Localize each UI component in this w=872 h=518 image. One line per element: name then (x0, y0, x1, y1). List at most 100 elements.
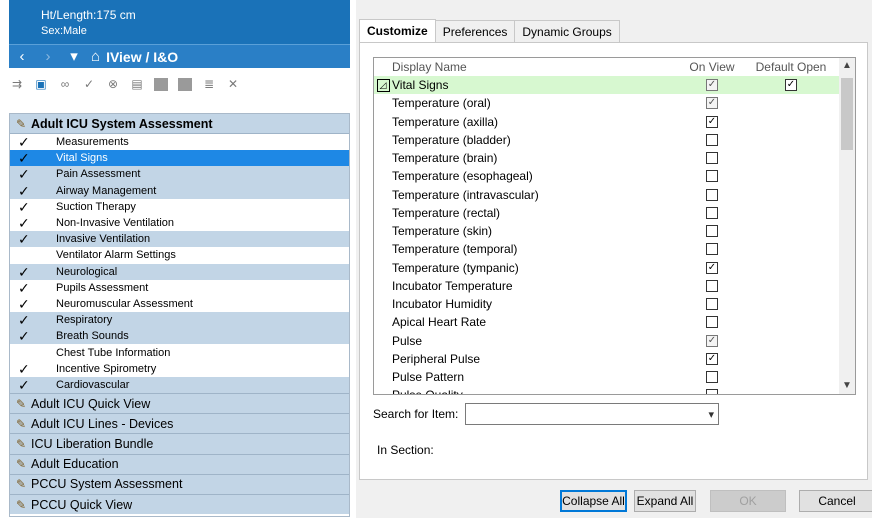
section-row[interactable]: ✓ Breath Sounds (10, 328, 349, 345)
grid-row[interactable]: Temperature (oral) ✓ (374, 94, 855, 112)
section-row[interactable]: ✓ Neurological (10, 263, 349, 280)
grey-block-icon[interactable] (178, 77, 192, 91)
grid-row[interactable]: Temperature (intravascular) (374, 186, 855, 204)
grid-row-label: Incubator Temperature (392, 278, 513, 293)
on-view-checkbox[interactable] (706, 279, 718, 292)
tab-dynamic-groups[interactable]: Dynamic Groups (514, 20, 620, 42)
close-icon[interactable]: ✕ (222, 75, 244, 93)
link-icon[interactable]: ⇉ (6, 75, 28, 93)
section-group[interactable]: ✎ ICU Liberation Bundle (10, 433, 349, 454)
scroll-down-icon[interactable]: ▼ (839, 378, 855, 394)
grid-row[interactable]: Temperature (skin) (374, 222, 855, 240)
clipboard-icon[interactable]: ▤ (126, 75, 148, 93)
section-row[interactable]: ✓ Non-Invasive Ventilation (10, 215, 349, 231)
grid-row[interactable]: Apical Heart Rate (374, 313, 855, 331)
grid-row[interactable]: Pulse ✓ (374, 332, 855, 350)
section-row[interactable]: ✓ Airway Management (10, 182, 349, 199)
on-view-checkbox[interactable]: ✓ (706, 261, 718, 274)
on-view-checkbox[interactable] (706, 188, 718, 201)
grid-scrollbar[interactable]: ▲ ▼ (839, 58, 855, 394)
scroll-thumb[interactable] (841, 78, 853, 150)
nav-dropdown-icon[interactable]: ▾ (61, 46, 87, 68)
section-row-label: Invasive Ventilation (56, 233, 151, 246)
section-group[interactable]: ✎ Adult ICU Lines - Devices (10, 413, 349, 434)
on-view-checkbox[interactable] (706, 371, 718, 384)
on-view-checkbox[interactable] (706, 225, 718, 238)
on-view-checkbox[interactable] (706, 243, 718, 256)
section-row[interactable]: ✓ Respiratory (10, 312, 349, 329)
grid-row[interactable]: Incubator Temperature (374, 277, 855, 295)
edit-pencil-icon: ✎ (15, 396, 27, 411)
collapse-all-button[interactable]: Collapse All (560, 490, 627, 512)
back-arrow-icon[interactable]: ‹ (9, 46, 35, 68)
section-row[interactable]: ✓ Cardiovascular (10, 376, 349, 393)
grid-row-label: Pulse Quality (392, 388, 683, 394)
section-row[interactable]: ✓ Measurements (10, 134, 349, 150)
on-view-checkbox[interactable] (706, 298, 718, 311)
glasses-icon[interactable]: ∞ (54, 75, 76, 93)
grid-row[interactable]: Temperature (axilla) ✓ (374, 113, 855, 131)
section-row[interactable]: Chest Tube Information (10, 344, 349, 360)
on-view-checkbox[interactable]: ✓ (706, 97, 718, 110)
collapse-toggle-icon[interactable]: ◿ (376, 78, 390, 92)
scroll-up-icon[interactable]: ▲ (839, 58, 855, 74)
section-row[interactable]: ✓ Pupils Assessment (10, 280, 349, 296)
grid-row[interactable]: Pulse Pattern (374, 368, 855, 386)
grid-row[interactable]: Peripheral Pulse ✓ (374, 350, 855, 368)
section-group[interactable]: ✎ Adult Education (10, 453, 349, 474)
on-view-cell (683, 279, 741, 292)
cancel-button[interactable]: Cancel (799, 490, 872, 512)
search-row: Search for Item: ▾ (373, 403, 719, 425)
grid-row[interactable]: Incubator Humidity (374, 295, 855, 313)
view-icon[interactable]: ▣ (30, 75, 52, 93)
on-view-checkbox[interactable] (706, 170, 718, 183)
expand-all-button[interactable]: Expand All (634, 490, 696, 512)
section-header-adult-icu-system-assessment[interactable]: ✎ Adult ICU System Assessment (10, 114, 349, 134)
section-row[interactable]: Ventilator Alarm Settings (10, 247, 349, 263)
section-row-label: Measurements (56, 136, 129, 149)
on-view-checkbox[interactable]: ✓ (706, 352, 718, 365)
cancel-circle-icon[interactable]: ⊗ (102, 75, 124, 93)
default-open-checkbox[interactable]: ✓ (785, 79, 797, 92)
section-row[interactable]: ✓ Incentive Spirometry (10, 361, 349, 377)
on-view-checkbox[interactable]: ✓ (706, 79, 718, 92)
forward-arrow-icon[interactable]: › (35, 46, 61, 68)
tab-customize[interactable]: Customize (359, 19, 436, 42)
notes-icon[interactable]: ≣ (198, 75, 220, 93)
on-view-checkbox[interactable] (706, 133, 718, 146)
on-view-cell (683, 206, 741, 219)
section-row-label: Pupils Assessment (56, 281, 149, 294)
section-row[interactable]: ✓ Pain Assessment (10, 166, 349, 183)
check-icon[interactable]: ✓ (78, 75, 100, 93)
on-view-checkbox[interactable] (706, 389, 718, 394)
on-view-checkbox[interactable] (706, 152, 718, 165)
grid-row[interactable]: Temperature (tympanic) ✓ (374, 259, 855, 277)
search-for-item-combobox[interactable]: ▾ (465, 403, 719, 425)
on-view-checkbox[interactable] (706, 316, 718, 329)
section-row[interactable]: ✓ Suction Therapy (10, 199, 349, 215)
grid-row[interactable]: Pulse Quality (374, 386, 855, 394)
grid-row[interactable]: ◿ Vital Signs ✓ ✓ (374, 76, 855, 95)
ok-button[interactable]: OK (710, 490, 786, 512)
grid-row[interactable]: Temperature (rectal) (374, 204, 855, 222)
grid-row[interactable]: Temperature (bladder) (374, 131, 855, 149)
on-view-checkbox[interactable]: ✓ (706, 334, 718, 347)
section-group[interactable]: ✎ PCCU System Assessment (10, 473, 349, 494)
section-row[interactable]: ✓ Neuromuscular Assessment (10, 296, 349, 312)
on-view-checkbox[interactable] (706, 206, 718, 219)
grid-row[interactable]: Temperature (temporal) (374, 240, 855, 258)
chevron-down-icon[interactable]: ▾ (708, 408, 714, 421)
header-display-name: Display Name (392, 60, 467, 74)
section-group[interactable]: ✎ PCCU Quick View (10, 493, 349, 515)
grey-block-icon[interactable] (154, 77, 168, 91)
tab-preferences[interactable]: Preferences (434, 20, 516, 42)
section-row[interactable]: ✓ Invasive Ventilation (10, 231, 349, 248)
section-group[interactable]: ✎ Adult ICU Quick View (10, 393, 349, 414)
grid-row[interactable]: Temperature (esophageal) (374, 167, 855, 185)
section-row[interactable]: ✓ Vital Signs (10, 150, 349, 167)
grid-row-label: Incubator Humidity (392, 297, 493, 312)
on-view-checkbox[interactable]: ✓ (706, 115, 718, 128)
home-icon[interactable]: ⌂ (91, 48, 100, 65)
check-icon: ✓ (18, 166, 30, 183)
grid-row[interactable]: Temperature (brain) (374, 149, 855, 167)
